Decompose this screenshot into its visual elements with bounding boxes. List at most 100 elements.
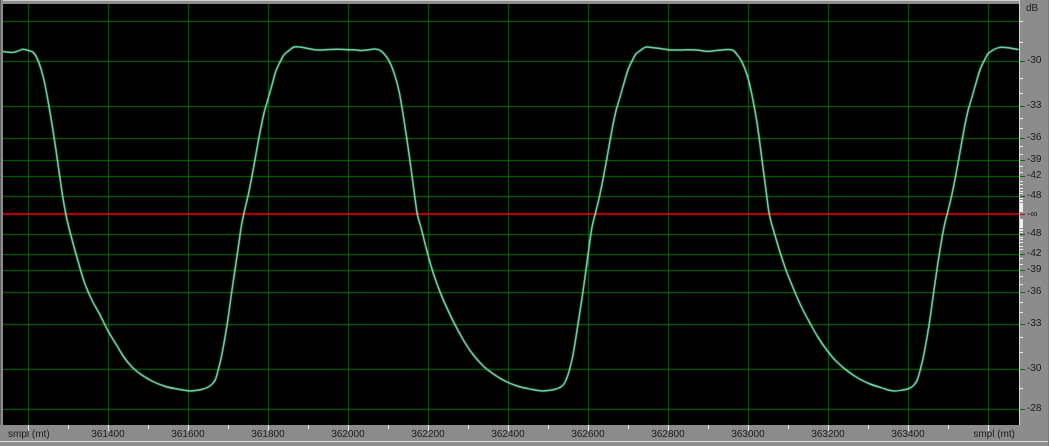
db-axis-tick [1020, 302, 1023, 303]
db-axis-tick [1020, 237, 1023, 238]
db-axis-tick [1020, 118, 1023, 119]
sample-tick-label: 361400 [91, 429, 125, 440]
db-axis-tick [1020, 221, 1023, 222]
sample-axis-caption-right: smpl (mt) [973, 429, 1015, 440]
db-axis-tick [1020, 337, 1023, 338]
db-axis-tick [1020, 352, 1023, 353]
db-tick-label: -39 [1027, 264, 1042, 275]
db-tick-label: -36 [1027, 132, 1042, 143]
sample-tick-label: 362600 [571, 429, 605, 440]
sample-axis-tick [788, 425, 789, 429]
sample-tick-label: 361600 [171, 429, 205, 440]
db-axis-tick [1020, 21, 1023, 22]
db-axis-tick [1020, 93, 1023, 94]
db-axis-tick [1020, 42, 1023, 43]
sample-axis-tick [708, 425, 709, 429]
db-tick-label: -33 [1027, 100, 1042, 111]
db-tick-label: -28 [1027, 403, 1042, 414]
db-axis-tick [1020, 176, 1025, 177]
db-tick-label: -42 [1027, 170, 1042, 181]
db-axis-tick [1020, 211, 1023, 212]
sample-tick-label: 362200 [411, 429, 445, 440]
waveform-plot-canvas[interactable] [3, 4, 1019, 425]
db-axis-tick [1020, 222, 1023, 223]
sample-tick-label: 361800 [251, 429, 285, 440]
db-axis-ruler[interactable]: dB -30 -33 -36 -39 -42 -48 -48 -42 -39 -36 -33 -30 -… [1019, 0, 1049, 425]
db-axis-tick [1020, 226, 1023, 227]
sample-axis-tick [68, 425, 69, 429]
db-axis-tick [1020, 166, 1023, 167]
db-axis-tick [1020, 234, 1025, 235]
db-axis-tick [1020, 219, 1023, 220]
sample-axis-tick [868, 425, 869, 429]
db-axis-tick [1020, 160, 1025, 161]
sample-axis-tick [468, 425, 469, 429]
db-axis-tick [1020, 264, 1023, 265]
db-axis-tick [1020, 284, 1023, 285]
db-axis-tick [1020, 198, 1023, 199]
sample-axis-tick [228, 425, 229, 429]
db-axis-tick [1020, 196, 1025, 197]
sample-axis-tick [988, 425, 989, 431]
sample-axis-tick [308, 425, 309, 429]
db-axis-tick [1020, 106, 1025, 107]
sample-axis-tick [548, 425, 549, 429]
db-tick-label: -42 [1027, 248, 1042, 259]
sample-axis-tick [628, 425, 629, 429]
waveform-window: dB -30 -33 -36 -39 -42 -48 -48 -42 -39 -36 -33 -30 -… [0, 0, 1049, 446]
db-axis-tick [1020, 78, 1023, 79]
db-axis-tick [1020, 220, 1023, 221]
db-axis-tick [1020, 239, 1023, 240]
sample-tick-label: 363000 [731, 429, 765, 440]
db-tick-label: -36 [1027, 286, 1042, 297]
sample-axis-ruler[interactable]: smpl (mt) smpl (mt) 361400 361600 361800 36… [0, 425, 1049, 446]
db-axis-tick [1020, 224, 1023, 225]
db-axis-tick [1020, 369, 1025, 370]
window-bottom-border [0, 441, 1049, 442]
db-axis-tick [1020, 409, 1025, 410]
db-axis-tick [1020, 254, 1025, 255]
db-axis-tick [1020, 246, 1023, 247]
db-axis-tick [1020, 276, 1023, 277]
db-axis-tick [1020, 225, 1023, 226]
db-axis-tick [1020, 230, 1023, 231]
db-axis-tick [1020, 193, 1023, 194]
sample-tick-label: 363400 [891, 429, 925, 440]
db-axis-tick [1020, 242, 1023, 243]
db-axis-tick [1020, 270, 1025, 271]
db-axis-tick [1020, 146, 1023, 147]
db-tick-label: -33 [1027, 318, 1042, 329]
db-axis-tick [1020, 181, 1023, 182]
sample-tick-label: 362000 [331, 429, 365, 440]
sample-tick-label: 362800 [651, 429, 685, 440]
db-tick-label: -30 [1027, 55, 1042, 66]
db-axis-tick [1020, 249, 1023, 250]
db-axis-unit-label: dB [1026, 3, 1039, 14]
db-axis-tick [1020, 258, 1023, 259]
db-axis-tick [1020, 227, 1023, 228]
sample-axis-tick [948, 425, 949, 429]
db-tick-label: -∞ [1027, 209, 1038, 220]
db-axis-tick [1020, 324, 1025, 325]
sample-tick-label: 362400 [491, 429, 525, 440]
db-tick-label: -39 [1027, 154, 1042, 165]
db-axis-tick [1020, 388, 1023, 389]
sample-axis-tick [28, 425, 29, 431]
db-axis-tick [1020, 292, 1025, 293]
db-axis-tick [1020, 61, 1025, 62]
db-axis-tick [1020, 128, 1023, 129]
db-axis-tick [1020, 172, 1023, 173]
sample-axis-tick [148, 425, 149, 429]
db-axis-tick [1020, 154, 1023, 155]
db-tick-label: -48 [1027, 228, 1042, 239]
db-axis-tick [1020, 232, 1023, 233]
db-axis-tick [1020, 229, 1023, 230]
db-axis-tick [1020, 138, 1025, 139]
db-axis-tick [1020, 312, 1023, 313]
sample-axis-tick [388, 425, 389, 429]
db-tick-label: -48 [1027, 190, 1042, 201]
db-axis-tick [1020, 188, 1023, 189]
sample-tick-label: 363200 [811, 429, 845, 440]
db-axis-tick [1020, 223, 1023, 224]
db-axis-tick [1020, 201, 1023, 202]
